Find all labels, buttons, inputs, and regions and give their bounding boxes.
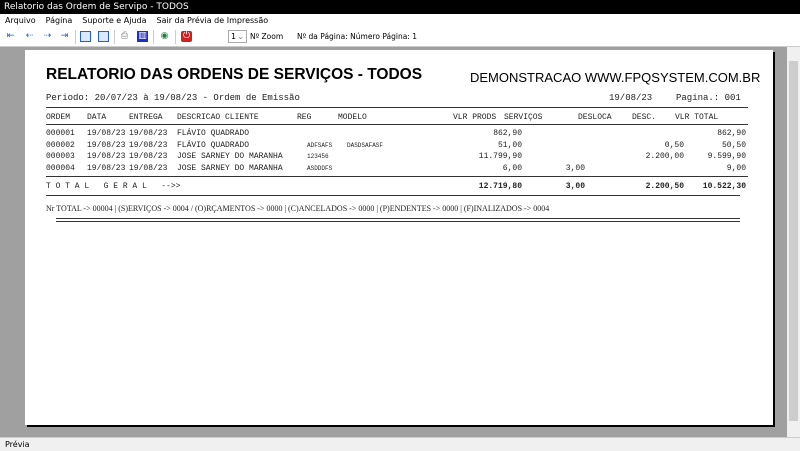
report-date: 19/08/23 [609, 93, 653, 103]
close-icon[interactable]: ⏻ [181, 31, 192, 42]
status-bar: Prévia [0, 437, 800, 450]
col-ordem: ORDEM [46, 113, 71, 122]
print-icon[interactable]: ⎙ [119, 31, 130, 42]
menu-sair[interactable]: Sair da Prévia de Impressão [157, 14, 269, 27]
cell-data: 19/08/23 [87, 152, 126, 162]
demo-banner: DEMONSTRACAO WWW.FPQSYSTEM.COM.BR [470, 70, 761, 85]
total-label: T O T A L G E R A L -->> [46, 182, 181, 191]
total-desc: 2.200,50 [645, 182, 684, 191]
col-vlr-total: VLR TOTAL [675, 113, 719, 122]
zoom-label: Nº Zoom [250, 32, 284, 41]
cell-desc: 0,50 [664, 140, 684, 150]
page-label: Nº da Página: Número Página: 1 [297, 32, 417, 41]
cell-entrega: 19/08/23 [129, 129, 168, 138]
total-vlr: 10.522,30 [702, 182, 746, 191]
cell-prods: 862,90 [493, 129, 522, 138]
cell-data: 19/08/23 [87, 164, 126, 174]
cell-cliente: JOSE SARNEY DO MARANHA [177, 164, 283, 174]
cell-reg: 123456 [307, 153, 329, 161]
col-desc: DESC. [632, 113, 657, 122]
total-servicos: 3,00 [565, 182, 585, 191]
cell-data: 19/08/23 [87, 140, 126, 150]
cell-ordem: 000002 [46, 140, 75, 150]
cell-cliente: FLÁVIO QUADRADO [177, 140, 250, 150]
single-page-icon[interactable] [80, 31, 91, 42]
cell-prods: 6,00 [502, 164, 522, 174]
total-prods: 12.719,80 [478, 182, 522, 191]
cell-ordem: 000003 [46, 152, 75, 162]
cell-cliente: FLÁVIO QUADRADO [177, 129, 250, 138]
col-entrega: ENTREGA [129, 113, 163, 122]
report-title: RELATORIO DAS ORDENS DE SERVIÇOS - TODOS [46, 66, 423, 83]
summary-line: Nr TOTAL -> 00004 | (S)ERVIÇOS -> 0004 /… [46, 204, 550, 213]
col-cliente: DESCRICAO CLIENTE [177, 113, 259, 122]
cell-prods: 51,00 [497, 140, 522, 150]
cell-reg: ADFSAFS [307, 141, 333, 149]
cell-entrega: 19/08/23 [129, 164, 168, 174]
window-title: Relatorio das Ordem de Servipo - TODOS [0, 0, 800, 14]
menu-bar: Arquivo Página Suporte e Ajuda Sair da P… [0, 14, 800, 27]
cell-total: 9.599,90 [707, 152, 746, 162]
cell-modelo: DASDSAFASF [347, 141, 384, 149]
col-modelo: MODELO [338, 113, 367, 122]
cell-entrega: 19/08/23 [129, 140, 168, 150]
toolbar: ⇤ ⇠ ⇢ ⇥ ⎙ ▥ ◉ ⏻ 1 ⌄ Nº Zoom Nº da Página:… [0, 27, 800, 47]
prev-page-icon[interactable]: ⇠ [24, 31, 35, 42]
two-pages-icon[interactable] [98, 31, 109, 42]
menu-suporte[interactable]: Suporte e Ajuda [82, 14, 146, 27]
page-number: Pagina.: 001 [676, 93, 741, 103]
cell-cliente: JOSE SARNEY DO MARANHA [177, 152, 283, 162]
cell-ordem: 000001 [46, 129, 75, 138]
col-vlr-prods: VLR PRODS [453, 113, 497, 122]
col-data: DATA [87, 113, 107, 122]
zoom-value: 1 [231, 32, 237, 41]
next-page-icon[interactable]: ⇢ [42, 31, 53, 42]
email-icon[interactable]: ◉ [159, 31, 170, 42]
chevron-down-icon: ⌄ [237, 32, 244, 41]
cell-total: 862,90 [717, 129, 746, 138]
zoom-select[interactable]: 1 ⌄ [228, 30, 247, 43]
cell-total: 50,50 [721, 140, 746, 150]
cell-ordem: 000004 [46, 164, 75, 174]
menu-pagina[interactable]: Página [46, 14, 73, 27]
cell-entrega: 19/08/23 [129, 152, 168, 162]
cell-data: 19/08/23 [87, 129, 126, 138]
menu-arquivo[interactable]: Arquivo [5, 14, 36, 27]
col-desloca: DESLOCA [578, 113, 612, 122]
cell-prods: 11.799,90 [478, 152, 522, 162]
cell-total: 9,00 [726, 164, 746, 174]
export-icon[interactable]: ▥ [137, 31, 148, 42]
cell-desc: 2.200,00 [645, 152, 684, 162]
last-page-icon[interactable]: ⇥ [59, 31, 70, 42]
cell-serv: 3,00 [565, 164, 585, 174]
period: Periodo: 20/07/23 à 19/08/23 - Ordem de … [46, 93, 300, 103]
vertical-scrollbar[interactable] [787, 47, 800, 437]
col-servicos: SERVIÇOS [504, 113, 543, 122]
cell-reg: ASDDDFS [307, 165, 333, 173]
report-page: RELATORIO DAS ORDENS DE SERVIÇOS - TODOS… [25, 50, 773, 425]
col-reg: REG [297, 113, 312, 122]
first-page-icon[interactable]: ⇤ [5, 31, 16, 42]
